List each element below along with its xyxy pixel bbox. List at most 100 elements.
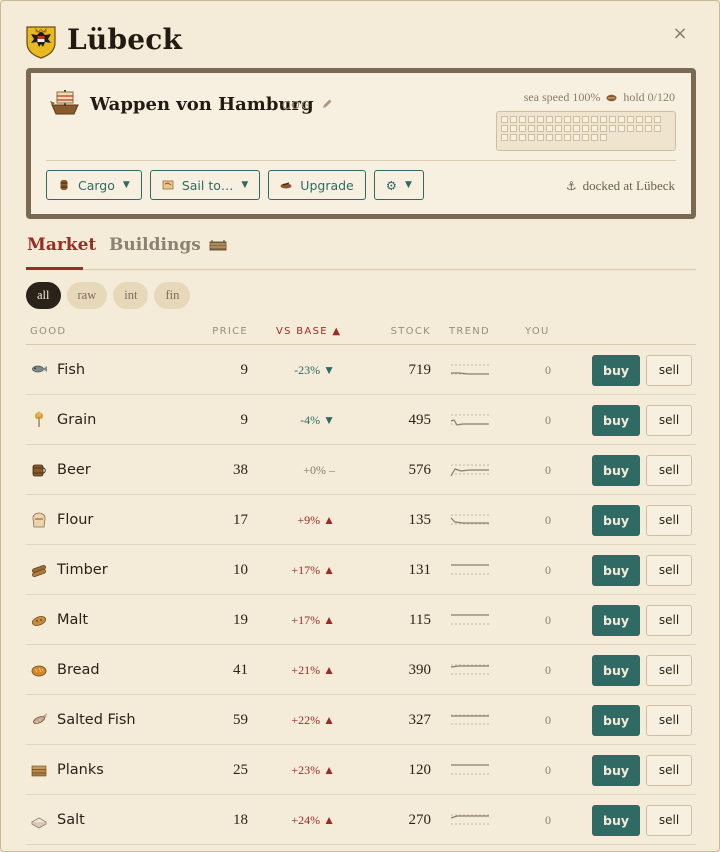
- hold-slot: [609, 125, 616, 132]
- trend-arrow-icon: ▲: [323, 662, 335, 677]
- column-price[interactable]: PRICE: [212, 326, 248, 337]
- tab-bar: Market Buildings: [26, 233, 696, 270]
- market-table-body: Fish 9 -23% ▼ 719 0 buy sell Grain 9 -4% ▼ 495 0 buy se…: [26, 345, 696, 845]
- trend-sparkline: [449, 545, 491, 595]
- sell-button[interactable]: sell: [646, 654, 692, 686]
- city-title: Lübeck: [67, 23, 183, 56]
- filter-raw[interactable]: raw: [66, 282, 108, 309]
- column-vs-base[interactable]: VS BASE ▲: [276, 326, 341, 337]
- buy-button[interactable]: buy: [592, 654, 640, 686]
- sail-to-button[interactable]: Sail to… ▼: [149, 170, 261, 200]
- buy-button[interactable]: buy: [592, 354, 640, 386]
- buy-button[interactable]: buy: [592, 404, 640, 436]
- hold-slot: [519, 116, 526, 123]
- docked-text: docked at Lübeck: [582, 178, 675, 193]
- good-name: Salt: [57, 812, 85, 828]
- hold-slot: [591, 125, 598, 132]
- cargo-label: Cargo: [78, 177, 115, 193]
- owned-quantity: 0: [545, 712, 551, 727]
- fish-icon: [32, 365, 47, 373]
- sell-button[interactable]: sell: [646, 604, 692, 636]
- sell-button[interactable]: sell: [646, 554, 692, 586]
- vs-base-value: -23%: [294, 362, 321, 377]
- trend-arrow-icon: ▲: [323, 762, 335, 777]
- owned-quantity: 0: [545, 662, 551, 677]
- hold-slot: [627, 116, 634, 123]
- sell-button[interactable]: sell: [646, 504, 692, 536]
- hold-slot: [528, 116, 535, 123]
- buy-button[interactable]: buy: [592, 604, 640, 636]
- hammer-icon: [280, 182, 292, 189]
- hold-slot: [555, 116, 562, 123]
- sell-button[interactable]: sell: [646, 354, 692, 386]
- sail-to-label: Sail to…: [181, 177, 234, 193]
- cog-ship-icon: [50, 90, 79, 115]
- hold-slot: [654, 116, 661, 123]
- tab-buildings[interactable]: Buildings: [109, 235, 227, 255]
- hold-slot: [573, 125, 580, 132]
- table-row: Malt 19 +17% ▲ 115 0 buy sell: [26, 595, 696, 645]
- hold-slot: [555, 125, 562, 132]
- good-stock: 327: [408, 711, 432, 728]
- close-button[interactable]: ×: [669, 23, 691, 45]
- vs-base-value: +17%: [291, 562, 321, 577]
- hold-slot-grid: [496, 111, 676, 151]
- anchor-icon: ⚓: [565, 179, 577, 193]
- vs-base-delta: +17% ▲: [291, 595, 335, 645]
- cargo-button[interactable]: Cargo ▼: [46, 170, 142, 200]
- flour-icon: [32, 512, 46, 528]
- good-name: Fish: [57, 362, 86, 378]
- table-row: Grain 9 -4% ▼ 495 0 buy sell: [26, 395, 696, 445]
- timber-icon: [32, 564, 46, 578]
- trend-sparkline: [449, 795, 491, 845]
- hold-slot: [573, 134, 580, 141]
- good-stock: 131: [408, 561, 432, 578]
- owned-quantity: 0: [545, 562, 551, 577]
- active-tab-indicator: [26, 267, 83, 270]
- sea-speed-text: sea speed 100%: [523, 90, 601, 104]
- filter-all[interactable]: all: [26, 282, 61, 309]
- buy-button[interactable]: buy: [592, 704, 640, 736]
- barrel-icon: [60, 180, 68, 190]
- good-price: 10: [233, 561, 248, 578]
- sell-button[interactable]: sell: [646, 454, 692, 486]
- column-good[interactable]: GOOD: [30, 326, 66, 337]
- good-name: Planks: [57, 762, 104, 778]
- hold-slot: [645, 125, 652, 132]
- good-name: Bread: [57, 662, 100, 678]
- settings-button[interactable]: ⚙ ▼: [373, 170, 424, 200]
- buy-button[interactable]: buy: [592, 804, 640, 836]
- upgrade-button[interactable]: Upgrade: [268, 170, 366, 200]
- sell-button[interactable]: sell: [646, 804, 692, 836]
- sell-button[interactable]: sell: [646, 404, 692, 436]
- hold-slot: [564, 116, 571, 123]
- buy-button[interactable]: buy: [592, 454, 640, 486]
- buy-button[interactable]: buy: [592, 554, 640, 586]
- trend-sparkline: [449, 495, 491, 545]
- sell-button[interactable]: sell: [646, 754, 692, 786]
- hold-slot: [654, 125, 661, 132]
- hold-slot: [537, 125, 544, 132]
- good-name: Salted Fish: [57, 712, 136, 728]
- column-stock[interactable]: STOCK: [391, 326, 431, 337]
- hold-slot: [600, 134, 607, 141]
- table-row: Salted Fish 59 +22% ▲ 327 0 buy sell: [26, 695, 696, 745]
- filter-fin[interactable]: fin: [154, 282, 191, 309]
- buy-button[interactable]: buy: [592, 504, 640, 536]
- good-stock: 120: [408, 761, 432, 778]
- good-price: 41: [233, 661, 248, 678]
- hold-slot: [501, 134, 508, 141]
- vs-base-delta: +23% ▲: [291, 745, 335, 795]
- filter-int[interactable]: int: [113, 282, 149, 309]
- hold-slot: [555, 134, 562, 141]
- beer-icon: [32, 464, 46, 477]
- chevron-down-icon: ▼: [241, 180, 249, 190]
- pencil-icon[interactable]: [321, 98, 333, 110]
- sell-button[interactable]: sell: [646, 704, 692, 736]
- vs-base-delta: +21% ▲: [291, 645, 335, 695]
- tab-market[interactable]: Market: [27, 235, 96, 255]
- buy-button[interactable]: buy: [592, 754, 640, 786]
- vs-base-value: +9%: [297, 512, 321, 527]
- hold-slot: [519, 125, 526, 132]
- table-row: Timber 10 +17% ▲ 131 0 buy sell: [26, 545, 696, 595]
